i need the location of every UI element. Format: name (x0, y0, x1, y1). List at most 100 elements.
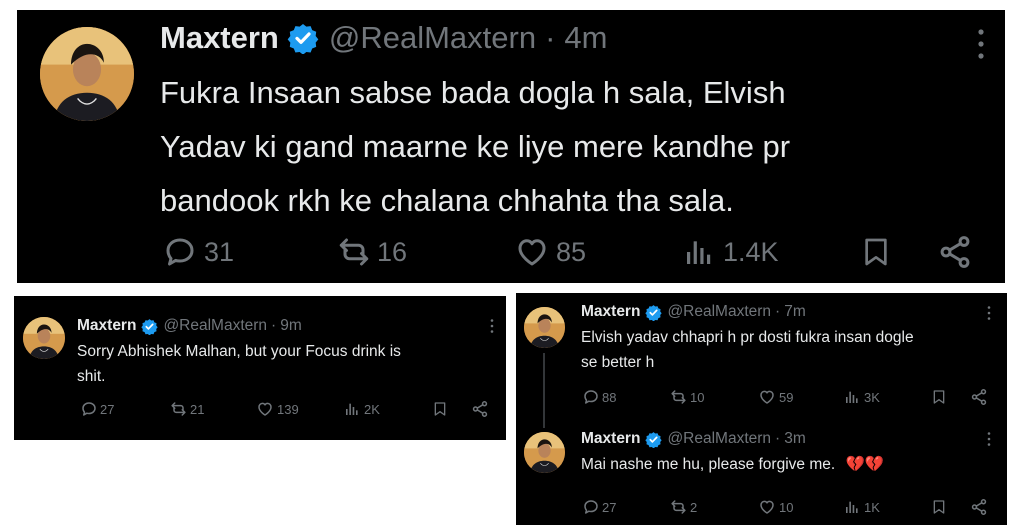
like-button[interactable]: 10 (758, 498, 793, 516)
tweet-header: Maxtern @RealMaxtern · 9m (77, 315, 302, 337)
bookmark-button[interactable] (931, 498, 947, 516)
like-count: 85 (556, 236, 587, 267)
like-button[interactable]: 139 (256, 400, 299, 418)
verified-badge-icon (645, 304, 662, 321)
heart-icon (256, 400, 274, 418)
views-icon (844, 388, 860, 406)
reply-count: 88 (602, 389, 617, 405)
reply-icon (162, 234, 198, 270)
tweet-timestamp[interactable]: 7m (784, 303, 806, 321)
share-icon (471, 400, 489, 418)
retweet-icon (669, 498, 688, 516)
tweet-actions: 88 10 59 3K (516, 386, 1007, 408)
tweet-timestamp[interactable]: 4m (564, 20, 607, 56)
tweet-text-line: Elvish yadav chhapri h pr dosti fukra in… (581, 329, 914, 346)
reply-count: 31 (204, 236, 235, 267)
views-count: 2K (364, 401, 380, 417)
author-handle[interactable]: @RealMaxtern (667, 303, 771, 321)
separator-dot: · (545, 20, 556, 55)
share-button[interactable] (970, 388, 988, 406)
bookmark-button[interactable] (860, 234, 892, 270)
views-count: 3K (864, 389, 880, 405)
avatar[interactable] (524, 432, 565, 473)
tweet-header: Maxtern @RealMaxtern · 7m (581, 301, 806, 323)
tweet-text-line: bandook rkh ke chalana chhahta tha sala. (160, 183, 734, 218)
broken-heart-emoji: 💔💔 (845, 456, 885, 473)
author-handle[interactable]: @RealMaxtern (667, 430, 771, 448)
retweet-count: 2 (690, 499, 698, 515)
tweet-text: Sorry Abhishek Malhan, but your Focus dr… (77, 339, 497, 389)
reply-button[interactable]: 31 (162, 234, 234, 270)
thread-tweet-1[interactable]: Maxtern @RealMaxtern · 7m Elvish yadav c… (516, 293, 1007, 413)
views-count: 1.4K (723, 236, 779, 267)
author-handle[interactable]: @RealMaxtern (329, 20, 536, 56)
tweet-header: Maxtern @RealMaxtern · 3m (581, 428, 806, 450)
tweet-card-large[interactable]: Maxtern @RealMaxtern · 4m Fukra Insaan s… (17, 10, 1005, 283)
retweet-button[interactable]: 21 (169, 400, 204, 418)
more-options-icon[interactable] (986, 305, 992, 321)
views-button[interactable]: 1.4K (683, 234, 779, 270)
heart-icon (758, 498, 776, 516)
views-button[interactable]: 3K (844, 388, 880, 406)
tweet-text-line: Fukra Insaan sabse bada dogla h sala, El… (160, 75, 786, 110)
tweet-text-line: Mai nashe me hu, please forgive me. (581, 456, 836, 473)
like-button[interactable]: 59 (758, 388, 793, 406)
bookmark-icon (931, 388, 947, 406)
share-icon (970, 388, 988, 406)
avatar[interactable] (40, 27, 134, 121)
bookmark-icon (432, 400, 448, 418)
share-button[interactable] (937, 234, 973, 270)
tweet-card-small[interactable]: Maxtern @RealMaxtern · 9m Sorry Abhishek… (14, 296, 506, 440)
avatar[interactable] (23, 317, 65, 359)
reply-button[interactable]: 88 (582, 388, 616, 406)
retweet-count: 16 (377, 236, 408, 267)
more-options-icon[interactable] (975, 26, 987, 62)
tweet-text-line: se better h (581, 354, 655, 371)
retweet-count: 10 (690, 389, 705, 405)
bookmark-icon (860, 234, 892, 270)
retweet-icon (669, 388, 688, 406)
thread-tweet-2[interactable]: Maxtern @RealMaxtern · 3m Mai nashe me h… (516, 418, 1007, 525)
like-button[interactable]: 85 (514, 234, 586, 270)
more-options-icon[interactable] (489, 318, 495, 334)
author-name[interactable]: Maxtern (581, 303, 640, 321)
retweet-icon (169, 400, 188, 418)
reply-count: 27 (602, 499, 617, 515)
author-handle[interactable]: @RealMaxtern (163, 317, 267, 335)
views-icon (344, 400, 360, 418)
share-icon (970, 498, 988, 516)
separator-dot: · (775, 430, 781, 447)
heart-icon (514, 234, 550, 270)
tweet-timestamp[interactable]: 3m (784, 430, 806, 448)
author-name[interactable]: Maxtern (160, 20, 279, 56)
tweet-text-line: Sorry Abhishek Malhan, but your Focus dr… (77, 343, 401, 360)
tweet-text: Mai nashe me hu, please forgive me. 💔💔 (581, 452, 1001, 477)
retweet-button[interactable]: 10 (669, 388, 704, 406)
tweet-text: Fukra Insaan sabse bada dogla h sala, El… (160, 66, 990, 228)
views-icon (844, 498, 860, 516)
tweet-header: Maxtern @RealMaxtern · 4m (160, 16, 608, 60)
author-name[interactable]: Maxtern (581, 430, 640, 448)
tweet-text-line: Yadav ki gand maarne ke liye mere kandhe… (160, 129, 791, 164)
bookmark-button[interactable] (432, 400, 448, 418)
views-button[interactable]: 2K (344, 400, 380, 418)
separator-dot: · (271, 317, 277, 334)
reply-button[interactable]: 27 (582, 498, 616, 516)
share-button[interactable] (471, 400, 489, 418)
avatar[interactable] (524, 307, 565, 348)
views-button[interactable]: 1K (844, 498, 880, 516)
like-count: 59 (779, 389, 794, 405)
retweet-button[interactable]: 16 (335, 234, 407, 270)
author-name[interactable]: Maxtern (77, 317, 136, 335)
heart-icon (758, 388, 776, 406)
reply-button[interactable]: 27 (80, 400, 114, 418)
share-icon (937, 234, 973, 270)
tweet-timestamp[interactable]: 9m (280, 317, 302, 335)
reply-count: 27 (100, 401, 115, 417)
retweet-icon (335, 234, 373, 270)
bookmark-button[interactable] (931, 388, 947, 406)
share-button[interactable] (970, 498, 988, 516)
retweet-button[interactable]: 2 (669, 498, 697, 516)
more-options-icon[interactable] (986, 431, 992, 447)
like-count: 139 (277, 401, 299, 417)
